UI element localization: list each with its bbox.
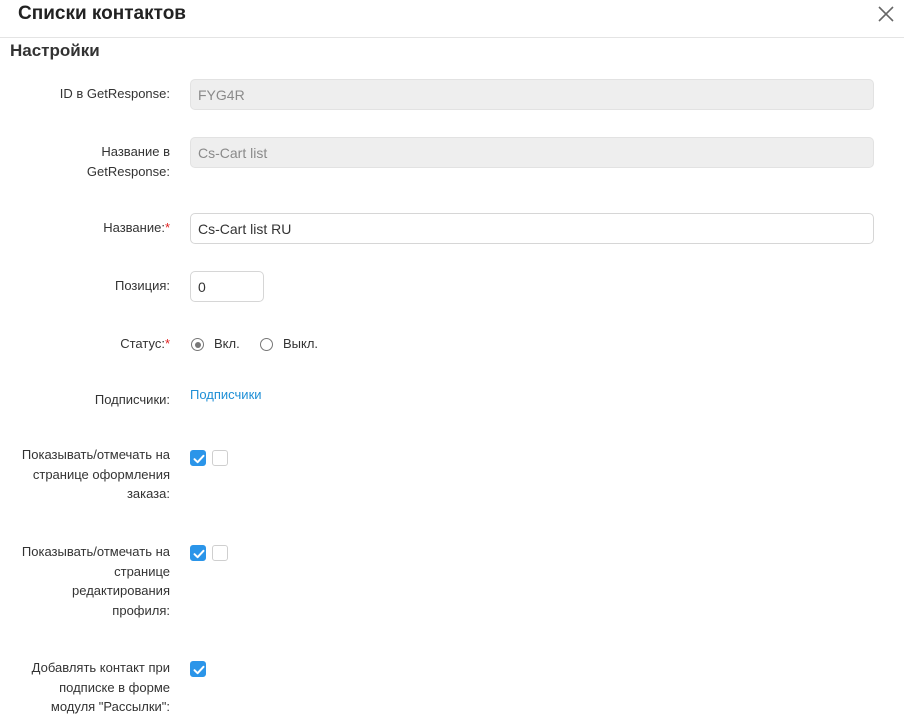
name-label: Название:* [103,220,170,235]
status-on-label[interactable]: Вкл. [214,336,240,351]
checkout-show-checkbox[interactable] [190,450,206,466]
status-label: Статус:* [120,336,170,351]
name-field[interactable] [190,213,874,244]
profile-mark-checkbox[interactable] [212,545,228,561]
status-on-radio[interactable] [191,338,204,351]
profile-show-checkbox[interactable] [190,545,206,561]
check-icon [193,665,205,675]
subscribers-link[interactable]: Подписчики [190,387,262,402]
getresponse-name-label: Название в GetResponse: [86,144,170,179]
section-title: Настройки [10,41,100,60]
dialog-header: Списки контактов [0,0,904,38]
check-icon [193,549,205,559]
position-label: Позиция: [114,278,170,293]
status-off-radio[interactable] [260,338,273,351]
required-mark: * [164,220,170,235]
getresponse-id-field[interactable] [190,79,874,110]
getresponse-id-label: ID в GetResponse: [59,86,170,101]
status-off-label[interactable]: Выкл. [283,336,318,351]
profile-label: Показывать/отмечать на странице редактир… [21,544,170,618]
subscribers-label: Подписчики: [94,392,170,407]
getresponse-name-field[interactable] [190,137,874,168]
dialog-title: Списки контактов [18,3,186,24]
checkout-mark-checkbox[interactable] [212,450,228,466]
checkout-label: Показывать/отмечать на странице оформлен… [21,447,170,501]
newsletter-label: Добавлять контакт при подписке в форме м… [31,660,170,714]
check-icon [193,454,205,464]
close-icon[interactable] [876,4,896,24]
required-mark: * [164,336,170,351]
newsletter-checkbox[interactable] [190,661,206,677]
position-field[interactable] [190,271,264,302]
